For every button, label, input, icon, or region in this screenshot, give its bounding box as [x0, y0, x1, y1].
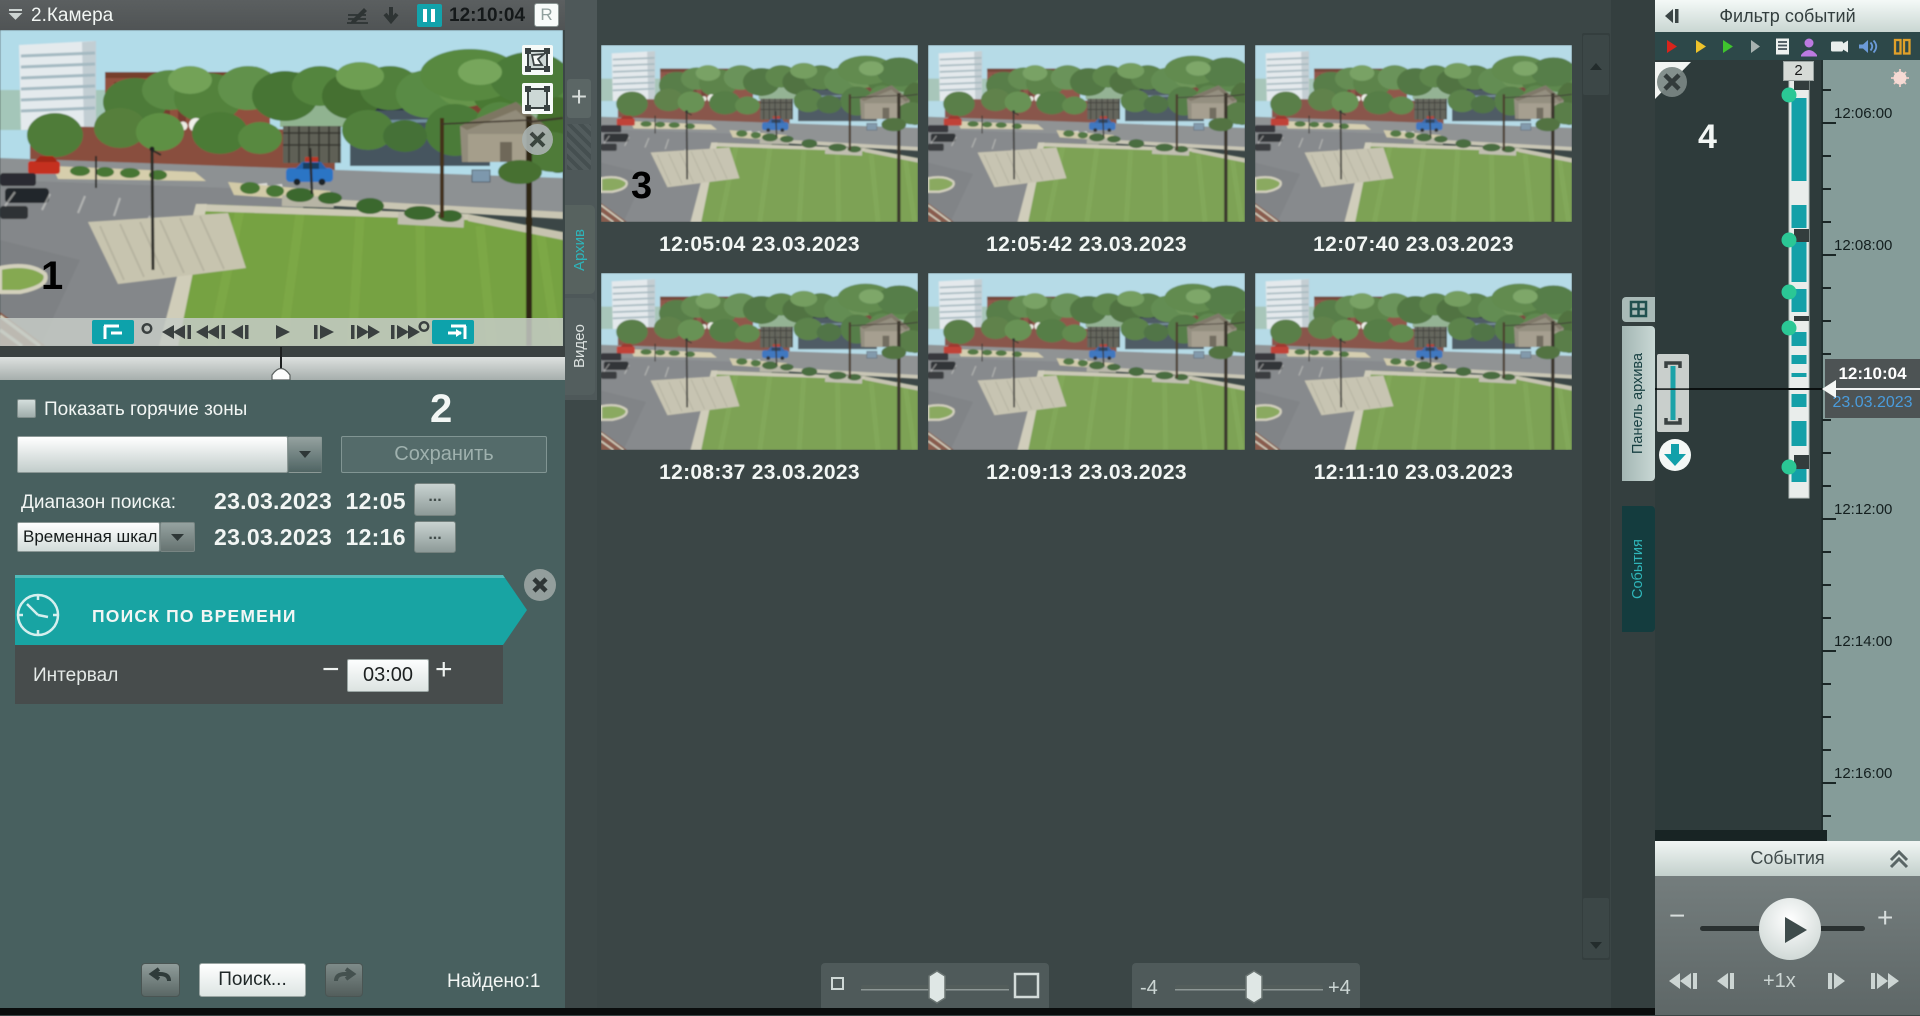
svg-text:+4: +4: [1328, 977, 1351, 999]
svg-text:-4: -4: [1140, 977, 1158, 999]
